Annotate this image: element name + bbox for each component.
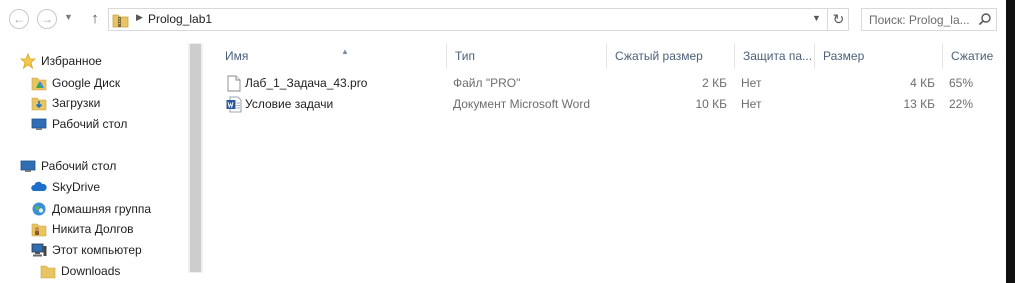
document-file-icon [227,75,241,92]
file-compression: 22% [949,97,974,111]
nav-item-label: Google Диск [52,76,121,90]
breadcrumb-current-folder[interactable]: Prolog_lab1 [148,12,212,26]
star-icon [20,53,36,69]
chevron-down-icon: ▼ [64,12,73,22]
file-name: Условие задачи [245,97,334,111]
navigation-pane: Избранное Google Диск Загрузки Рабочий с… [0,43,188,283]
recent-locations-button[interactable]: ▼ [64,12,73,22]
nav-item-user[interactable]: Никита Долгов [31,219,134,239]
file-type: Документ Microsoft Word [453,97,591,111]
nav-item-desktop-favorite[interactable]: Рабочий стол [31,114,127,134]
computer-icon [31,243,47,257]
refresh-button[interactable]: ↻ [827,8,849,31]
nav-pane-scrollbar-thumb[interactable] [190,44,201,272]
file-type: Файл "PRO" [453,76,521,90]
table-row[interactable]: Условие задачи Документ Microsoft Word 1… [203,94,1006,115]
column-header-type[interactable]: Тип [447,43,607,69]
window-edge [1006,0,1015,283]
table-row[interactable]: Лаб_1_Задача_43.pro Файл "PRO" 2 КБ Нет … [203,73,1006,94]
column-header-compressed-size[interactable]: Сжатый размер [607,43,735,69]
file-protection: Нет [741,97,762,111]
refresh-icon: ↻ [832,11,845,27]
nav-item-label: Избранное [41,54,102,68]
arrow-up-icon: ↑ [91,10,99,27]
search-icon[interactable] [978,12,992,26]
user-folder-icon [31,223,47,237]
word-document-icon [226,96,242,113]
sort-ascending-icon: ▲ [341,47,349,56]
file-list: Имя ▲ Тип Сжатый размер Защита па... Раз… [203,43,1006,283]
search-box[interactable] [861,8,997,31]
arrow-right-icon: → [41,12,53,26]
column-header-name[interactable]: Имя ▲ [217,43,447,69]
nav-item-label: Этот компьютер [52,243,142,257]
folder-icon [40,265,56,279]
up-button[interactable]: ↑ [86,9,104,29]
downloads-folder-icon [31,97,47,111]
desktop-icon [31,118,47,130]
file-compressed-size: 10 КБ [695,97,727,111]
file-compressed-size: 2 КБ [702,76,727,90]
nav-item-label: Загрузки [52,96,101,110]
back-button[interactable]: ← [9,9,29,29]
arrow-left-icon: ← [13,12,25,26]
forward-button[interactable]: → [37,9,57,29]
nav-item-downloads-folder[interactable]: Downloads [40,261,120,281]
nav-item-downloads[interactable]: Загрузки [31,93,100,113]
breadcrumb-separator-icon[interactable]: ▶ [136,12,143,23]
homegroup-icon [32,202,46,216]
zip-folder-icon [112,14,129,28]
file-size: 13 КБ [903,97,935,111]
nav-item-label: SkyDrive [52,180,101,194]
nav-item-label: Никита Долгов [52,222,134,236]
nav-item-label: Рабочий стол [41,159,117,173]
navigation-bar: ← → ▼ ↑ ▶ Prolog_lab1 ▼ ↻ [0,0,1006,38]
google-drive-folder-icon [31,77,47,91]
desktop-icon [20,160,36,172]
nav-item-this-pc[interactable]: Этот компьютер [31,240,142,260]
skydrive-cloud-icon [31,181,47,191]
file-protection: Нет [741,76,762,90]
file-compression: 65% [949,76,974,90]
address-dropdown-icon[interactable]: ▼ [812,13,821,23]
nav-item-label: Домашняя группа [52,202,152,216]
nav-item-desktop-root[interactable]: Рабочий стол [20,156,116,176]
column-header-protection[interactable]: Защита па... [735,43,815,69]
nav-item-homegroup[interactable]: Домашняя группа [31,199,151,219]
nav-item-skydrive[interactable]: SkyDrive [31,177,100,197]
nav-item-google-drive[interactable]: Google Диск [31,73,120,93]
file-size: 4 КБ [910,76,935,90]
column-header-size[interactable]: Размер [815,43,943,69]
column-header-compression[interactable]: Сжатие [943,43,1003,69]
nav-item-label: Рабочий стол [52,117,128,131]
file-name: Лаб_1_Задача_43.pro [245,76,368,90]
nav-item-favorites[interactable]: Избранное [20,51,102,71]
nav-item-label: Downloads [61,264,121,278]
search-input[interactable] [862,9,981,30]
address-bar[interactable]: ▶ Prolog_lab1 ▼ ↻ [108,8,849,31]
